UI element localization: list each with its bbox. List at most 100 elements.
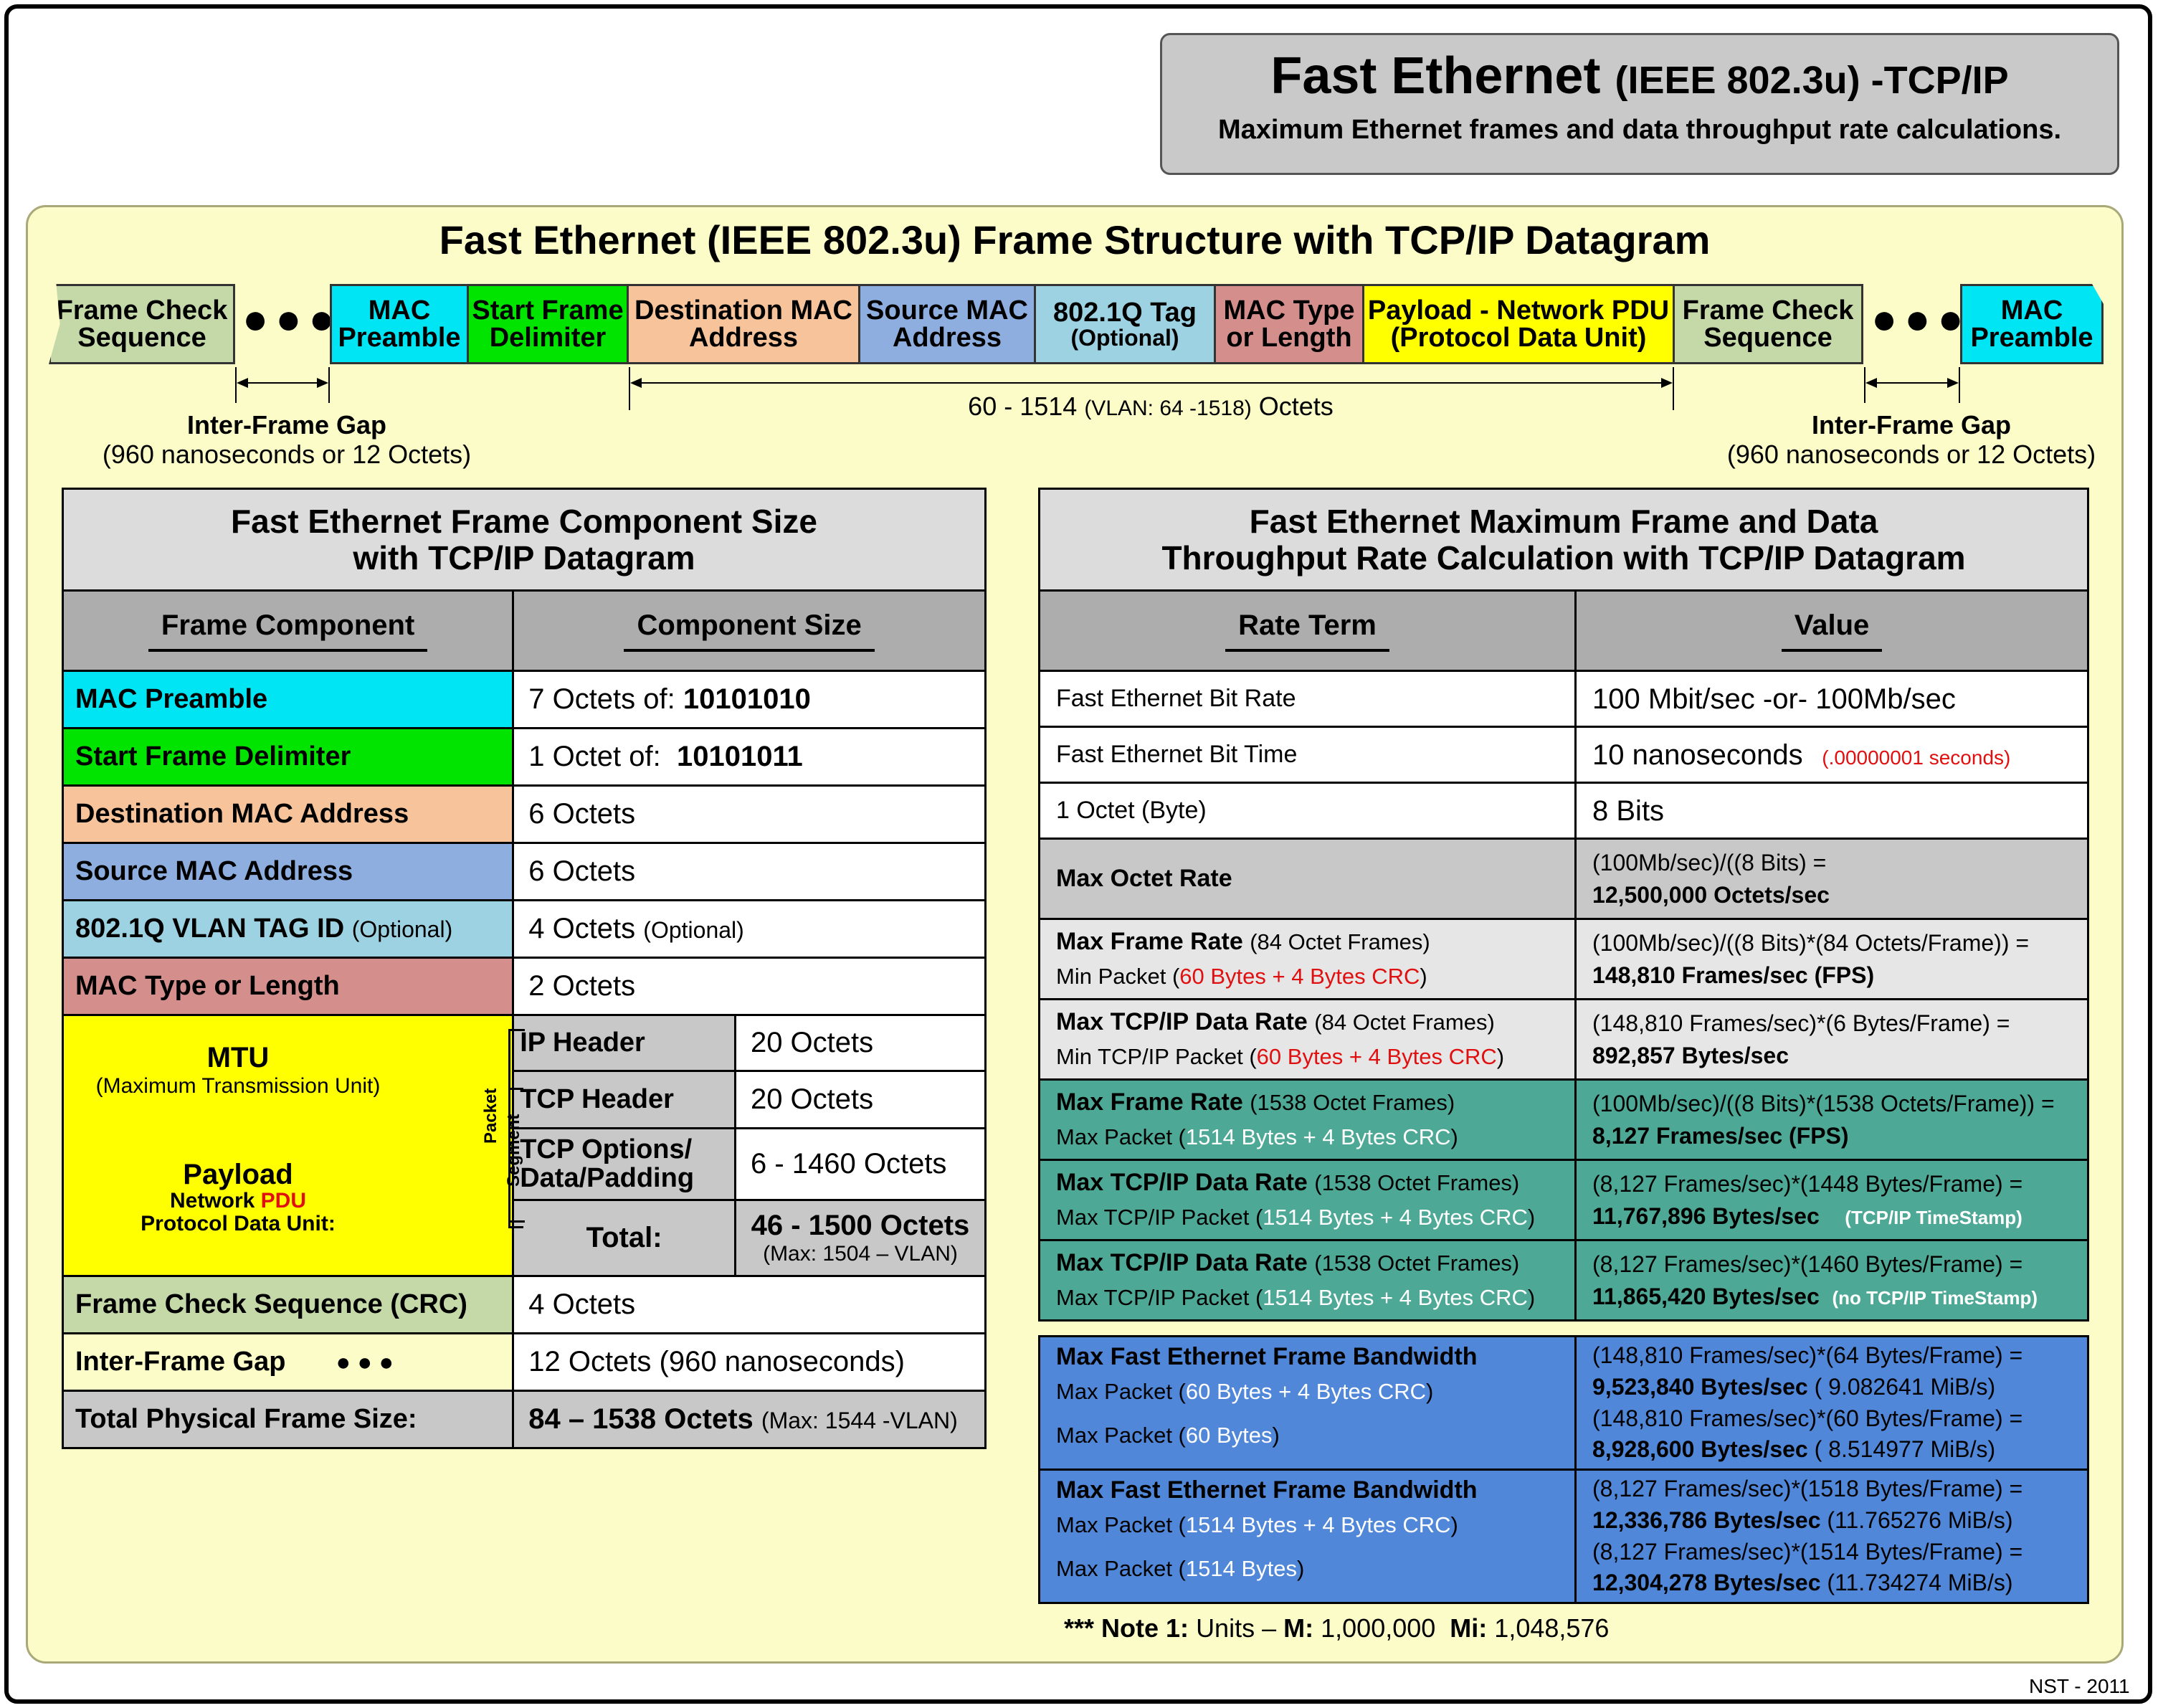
row-sfd-label: Start Frame Delimiter [61, 727, 515, 787]
row-tcp1538a-value: (8,127 Frames/sec)*(1448 Bytes/Frame) = 1… [1574, 1159, 2089, 1241]
mtu-title: MTU [206, 1042, 270, 1073]
payload-pdu-full: Protocol Data Unit: [141, 1211, 336, 1235]
segment-label: Segment [504, 1114, 523, 1187]
throughput-table: Fast Ethernet Maximum Frame and Data Thro… [1037, 488, 2089, 1604]
ifg-right-line [1870, 382, 1953, 384]
octets-line [634, 382, 1667, 384]
row-vlan-value: 4 Octets (Optional) [512, 899, 987, 959]
dots-right: ●●● [1871, 295, 1971, 343]
strip-sfd: Start Frame Delimiter [467, 284, 629, 364]
octets-arrow-end [1661, 378, 1673, 388]
row-bitrate-term: Fast Ethernet Bit Rate [1037, 670, 1577, 728]
strip-preamble: MAC Preamble [330, 284, 469, 364]
ifg-left-arrow-start [237, 378, 248, 388]
strip-src: Source MAC Address [858, 284, 1036, 364]
ifg-right-label: Inter-Frame Gap (960 nanoseconds or 12 Oc… [1726, 410, 2096, 470]
mtu-subtitle: (Maximum Transmission Unit) [95, 1074, 381, 1098]
payload-network: Network PDU [169, 1189, 307, 1213]
ip-header-value: 20 Octets [733, 1014, 987, 1072]
row-total-value: 84 – 1538 Octets (Max: 1544 -VLAN) [512, 1390, 987, 1449]
col-component-size: Component Size [512, 589, 987, 672]
strip-type: MAC Type or Length [1214, 284, 1364, 364]
credit-text: NST - 2011 [2029, 1675, 2130, 1697]
row-tcp84-value: (148,810 Frames/sec)*(6 Bytes/Frame) = 89… [1574, 998, 2089, 1081]
octets-arrow-start [630, 378, 642, 388]
table-spacer [1039, 1319, 2088, 1337]
col-frame-component: Frame Component [61, 589, 515, 672]
tcp-header-value: 20 Octets [733, 1070, 987, 1129]
row-preamble-value: 7 Octets of: 10101010 [512, 670, 987, 729]
row-type-label: MAC Type or Length [61, 957, 515, 1016]
row-bw2-term: Max Fast Ethernet Frame Bandwidth Max Pa… [1037, 1469, 1577, 1604]
units-note: *** Note 1: Units – M: 1,000,000 Mi: 1,0… [1064, 1613, 1610, 1643]
row-bw1-term: Max Fast Ethernet Frame Bandwidth Max Pa… [1037, 1335, 1577, 1471]
strip-vlan: 802.1Q Tag (Optional) [1034, 284, 1216, 364]
row-tcp1538b-term: Max TCP/IP Data Rate (1538 Octet Frames)… [1037, 1239, 1577, 1322]
payload-title: Payload [183, 1159, 293, 1190]
strip-fcs-left: Frame Check Sequence [49, 284, 235, 364]
ip-header-label: IP Header [512, 1014, 736, 1072]
row-dest-value: 6 Octets [512, 784, 987, 844]
row-total-label: Total Physical Frame Size: [61, 1390, 515, 1449]
row-octetrate-term: Max Octet Rate [1037, 838, 1577, 920]
payload-total-label: Total: [512, 1199, 736, 1277]
packet-label: Packet [481, 1088, 500, 1144]
row-preamble-label: MAC Preamble [61, 670, 515, 729]
row-src-label: Source MAC Address [61, 842, 515, 901]
row-frame84-term: Max Frame Rate (84 Octet Frames) Min Pack… [1037, 918, 1577, 1000]
ifg-left-line [241, 382, 323, 384]
row-ifg-value: 12 Octets (960 nanoseconds) [512, 1332, 987, 1392]
dots-left: ●●● [242, 295, 342, 343]
row-type-value: 2 Octets [512, 957, 987, 1016]
row-frame1538-term: Max Frame Rate (1538 Octet Frames) Max Pa… [1037, 1078, 1577, 1161]
row-fcs-value: 4 Octets [512, 1275, 987, 1334]
ifg-right-arrow-end [1947, 378, 1959, 388]
strip-preamble-right: MAC Preamble [1960, 284, 2104, 364]
row-frame84-value: (100Mb/sec)/((8 Bits)*(84 Octets/Frame))… [1574, 918, 2089, 1000]
row-src-value: 6 Octets [512, 842, 987, 901]
row-octet-term: 1 Octet (Byte) [1037, 782, 1577, 840]
col-rate-term: Rate Term [1037, 589, 1577, 672]
col-value: Value [1574, 589, 2089, 672]
row-bitrate-value: 100 Mbit/sec -or- 100Mb/sec [1574, 670, 2089, 728]
row-sfd-value: 1 Octet of: 10101011 [512, 727, 987, 787]
page-title: Fast Ethernet (IEEE 802.3u) -TCP/IP [1270, 47, 2009, 105]
octets-label: 60 - 1514 (VLAN: 64 -1518) Octets [968, 392, 1334, 421]
row-bittime-value: 10 nanoseconds (.00000001 seconds) [1574, 726, 2089, 784]
row-ifg-label: Inter-Frame Gap ● ● ● [61, 1332, 515, 1392]
title-box: Fast Ethernet (IEEE 802.3u) -TCP/IP Maxi… [1160, 33, 2119, 175]
component-table-title: Fast Ethernet Frame Component Size with T… [62, 488, 987, 592]
ifg-dots: ● ● ● [336, 1349, 394, 1376]
frame-structure-title: Fast Ethernet (IEEE 802.3u) Frame Struct… [439, 217, 1711, 262]
ifg-left-tick-b [328, 367, 330, 403]
row-bw1-value: (148,810 Frames/sec)*(64 Bytes/Frame) = 9… [1574, 1335, 2089, 1471]
octets-tick-b [1673, 367, 1674, 410]
mtu-cell: MTU (Maximum Transmission Unit) Payload … [61, 1014, 525, 1277]
row-frame1538-value: (100Mb/sec)/((8 Bits)*(1538 Octets/Frame… [1574, 1078, 2089, 1161]
payload-block: Payload Network PDU Protocol Data Unit: [64, 1159, 412, 1235]
row-bittime-term: Fast Ethernet Bit Time [1037, 726, 1577, 784]
row-bw2-value: (8,127 Frames/sec)*(1518 Bytes/Frame) = 1… [1574, 1469, 2089, 1604]
strip-payload: Payload - Network PDU (Protocol Data Uni… [1362, 284, 1675, 364]
row-octetrate-value: (100Mb/sec)/((8 Bits) = 12,500,000 Octets… [1574, 838, 2089, 920]
component-size-table: Fast Ethernet Frame Component Size with T… [61, 488, 987, 1449]
row-tcp84-term: Max TCP/IP Data Rate (84 Octet Frames) Mi… [1037, 998, 1577, 1081]
row-fcs-label: Frame Check Sequence (CRC) [61, 1275, 515, 1334]
payload-total-value: 46 - 1500 Octets (Max: 1504 – VLAN) [733, 1199, 987, 1277]
row-dest-label: Destination MAC Address [61, 784, 515, 844]
tcp-options-value: 6 - 1460 Octets [733, 1127, 987, 1201]
ifg-right-arrow-start [1865, 378, 1877, 388]
mtu-block: MTU (Maximum Transmission Unit) [64, 1042, 412, 1099]
strip-dest: Destination MAC Address [627, 284, 860, 364]
ifg-right-tick-b [1959, 367, 1960, 403]
ifg-left-label: Inter-Frame Gap (960 nanoseconds or 12 Oc… [102, 410, 472, 470]
tcp-header-label: TCP Header [512, 1070, 736, 1129]
throughput-table-title: Fast Ethernet Maximum Frame and Data Thro… [1038, 488, 2089, 592]
row-tcp1538b-value: (8,127 Frames/sec)*(1460 Bytes/Frame) = 1… [1574, 1239, 2089, 1322]
row-tcp1538a-term: Max TCP/IP Data Rate (1538 Octet Frames)… [1037, 1159, 1577, 1241]
tcp-options-label: TCP Options/ Data/Padding [512, 1127, 736, 1201]
row-octet-value: 8 Bits [1574, 782, 2089, 840]
strip-fcs-right: Frame Check Sequence [1673, 284, 1863, 364]
ifg-left-arrow-end [317, 378, 328, 388]
page-subtitle: Maximum Ethernet frames and data through… [1217, 115, 2062, 146]
